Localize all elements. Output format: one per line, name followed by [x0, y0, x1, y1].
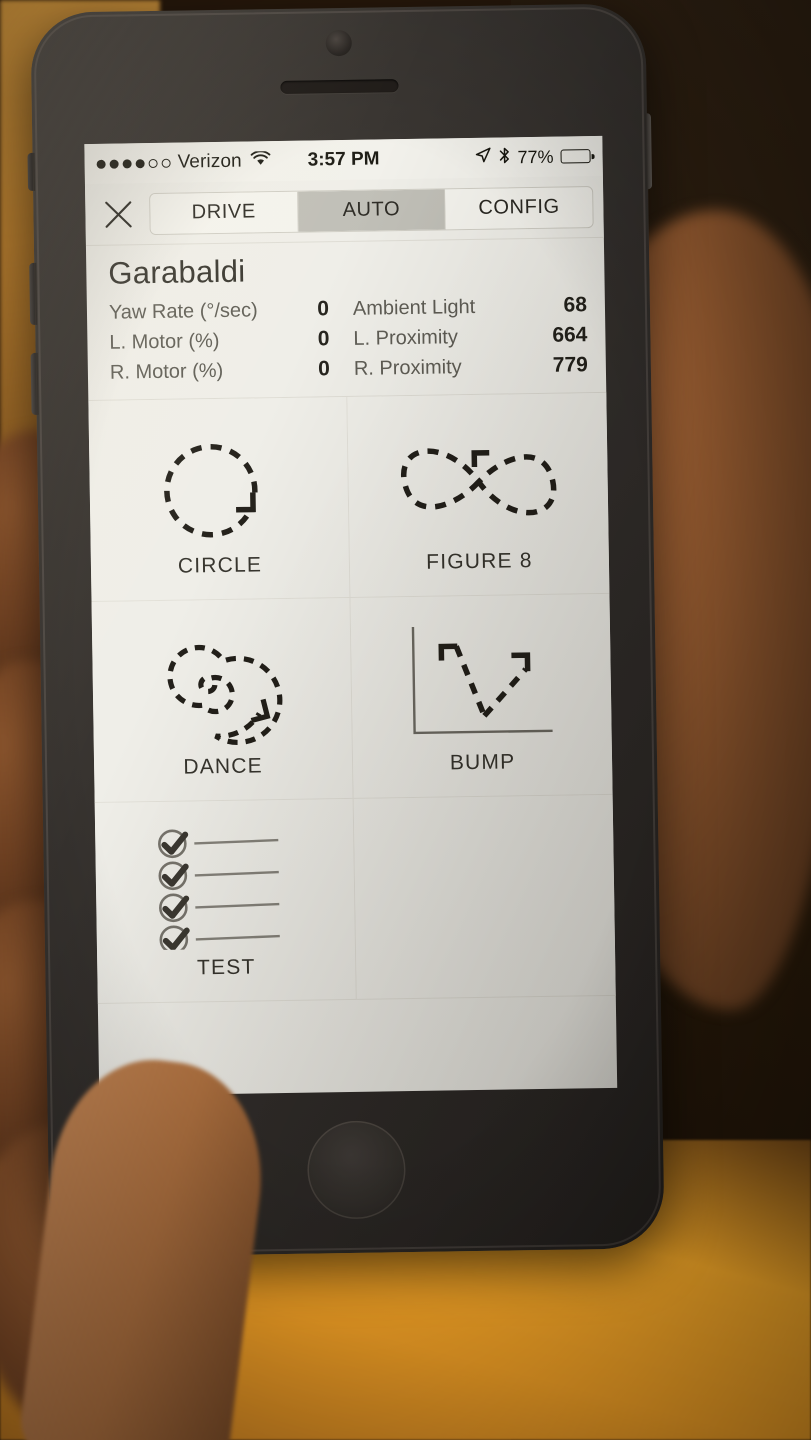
- telemetry-label: L. Proximity: [353, 326, 459, 350]
- telemetry-row: Yaw Rate (°/sec) 0: [109, 294, 343, 328]
- telemetry-column-right: Ambient Light 68 L. Proximity 664 R. Pro…: [353, 290, 588, 384]
- telemetry-value: 664: [552, 323, 588, 347]
- signal-strength-dots: [96, 158, 171, 169]
- telemetry-label: R. Proximity: [353, 356, 462, 380]
- behavior-grid: CIRCLE FIGURE 8 DANCE BUMP TEST: [88, 392, 616, 1004]
- dashed-circle-arrow-icon: [153, 419, 285, 553]
- volume-down-button[interactable]: [30, 352, 39, 415]
- behavior-tile-figure-8[interactable]: FIGURE 8: [347, 392, 610, 598]
- telemetry-label: Yaw Rate (°/sec): [108, 299, 258, 324]
- carrier-label: Verizon: [177, 150, 242, 173]
- battery-icon: [560, 149, 591, 164]
- telemetry-row: Ambient Light 68: [353, 290, 587, 324]
- telemetry-row: L. Motor (%) 0: [109, 324, 343, 358]
- status-bar-left: Verizon: [96, 150, 271, 175]
- dashed-spiral-arrow-icon: [151, 620, 293, 754]
- side-button-right[interactable]: [644, 113, 653, 190]
- telemetry-label: R. Motor (%): [109, 359, 224, 384]
- dashed-figure-eight-arrow-icon: [393, 415, 563, 550]
- tab-drive[interactable]: DRIVE: [150, 191, 299, 234]
- telemetry-row: L. Proximity 664: [353, 320, 587, 354]
- behavior-label: BUMP: [449, 750, 516, 775]
- telemetry-value: 0: [317, 297, 330, 321]
- telemetry-value: 0: [317, 327, 330, 351]
- telemetry-row: R. Motor (%) 0: [110, 354, 344, 388]
- power-button[interactable]: [27, 152, 36, 191]
- behavior-tile-empty: [353, 794, 616, 1000]
- photograph-of-phone: Verizon 3:57 PM 77% DRIVE AUTO CONFIG Ga…: [0, 0, 811, 1440]
- behavior-label: DANCE: [183, 754, 264, 779]
- location-arrow-icon: [474, 147, 491, 169]
- behavior-label: CIRCLE: [177, 553, 263, 578]
- earpiece-speaker: [279, 79, 399, 94]
- signal-dot-empty: [161, 158, 171, 168]
- wifi-icon: [250, 150, 271, 172]
- status-bar-right: 77%: [474, 145, 591, 170]
- telemetry-value: 779: [552, 353, 589, 377]
- status-bar: Verizon 3:57 PM 77%: [84, 135, 603, 185]
- signal-dot: [109, 159, 119, 169]
- phone-screen: Verizon 3:57 PM 77% DRIVE AUTO CONFIG Ga…: [84, 135, 618, 1096]
- signal-dot-empty: [148, 158, 158, 168]
- telemetry-panel: Garabaldi Yaw Rate (°/sec) 0 L. Motor (%…: [85, 237, 607, 402]
- behavior-tile-bump[interactable]: BUMP: [350, 593, 613, 799]
- robot-name: Garabaldi: [108, 253, 246, 291]
- behavior-tile-dance[interactable]: DANCE: [91, 597, 354, 803]
- tab-auto[interactable]: AUTO: [297, 188, 447, 232]
- telemetry-value: 68: [563, 293, 588, 317]
- telemetry-row: R. Proximity 779: [354, 350, 588, 384]
- dashed-bump-path-icon: [400, 616, 562, 750]
- nav-bar: DRIVE AUTO CONFIG: [84, 175, 604, 247]
- tab-config[interactable]: CONFIG: [445, 186, 593, 229]
- behavior-tile-test[interactable]: TEST: [94, 798, 357, 1004]
- behavior-tile-circle[interactable]: CIRCLE: [88, 396, 351, 603]
- battery-percent-label: 77%: [517, 146, 554, 167]
- telemetry-value: 0: [318, 357, 331, 381]
- checklist-icon: [150, 821, 300, 955]
- telemetry-column-left: Yaw Rate (°/sec) 0 L. Motor (%) 0 R. Mot…: [109, 294, 344, 388]
- bluetooth-icon: [498, 146, 510, 169]
- signal-dot: [122, 158, 132, 168]
- signal-dot: [96, 159, 106, 169]
- behavior-label: FIGURE 8: [426, 549, 533, 574]
- close-x-icon[interactable]: [101, 197, 136, 232]
- telemetry-label: L. Motor (%): [109, 329, 220, 354]
- behavior-label: TEST: [196, 955, 256, 980]
- telemetry-label: Ambient Light: [352, 295, 476, 320]
- volume-up-button[interactable]: [29, 262, 38, 325]
- signal-dot: [135, 158, 145, 168]
- tab-segmented-control[interactable]: DRIVE AUTO CONFIG: [149, 185, 594, 235]
